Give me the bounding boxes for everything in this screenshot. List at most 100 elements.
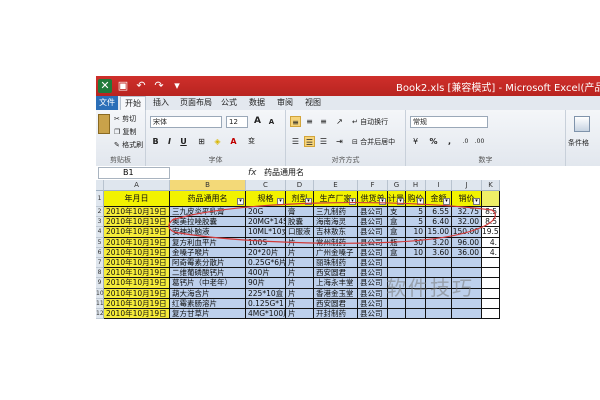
table-cell[interactable] — [388, 309, 406, 320]
column-header[interactable]: I — [426, 180, 452, 191]
table-cell[interactable]: 三九皮炎平乳膏 — [170, 207, 246, 218]
number-format-select[interactable]: 常规 — [410, 116, 488, 128]
customize-qat-icon[interactable]: ▾ — [170, 79, 184, 93]
table-cell[interactable]: 二维葡磷酸钙片 — [170, 268, 246, 279]
table-header-cell-extra[interactable] — [482, 191, 500, 207]
cut-button[interactable]: ✂ 剪切 — [114, 114, 136, 124]
table-cell[interactable]: 片 — [286, 237, 314, 248]
align-right-icon[interactable]: ☰ — [318, 136, 329, 147]
table-cell[interactable]: 2010年10月19日 — [104, 227, 170, 238]
table-cell[interactable] — [482, 258, 500, 269]
tab-formulas[interactable]: 公式 — [218, 96, 240, 110]
align-bottom-icon[interactable]: ≡ — [318, 116, 329, 127]
table-cell[interactable]: 8.5 — [482, 207, 500, 218]
column-header[interactable]: F — [358, 180, 388, 191]
table-cell[interactable]: 100S — [246, 237, 286, 248]
row-header[interactable]: 12 — [96, 309, 104, 320]
table-cell[interactable]: 县公司 — [358, 258, 388, 269]
table-cell[interactable]: 32.75 — [452, 207, 482, 218]
table-header-cell[interactable]: 药品通用名 ▾ — [170, 191, 246, 207]
table-cell[interactable]: 10 — [406, 227, 426, 238]
table-cell[interactable]: 0.25G*6片 — [246, 258, 286, 269]
table-header-cell[interactable]: 年月日 — [104, 191, 170, 207]
table-cell[interactable]: 西安圆君 — [314, 298, 358, 309]
filter-dropdown-icon[interactable]: ▾ — [443, 198, 450, 205]
table-cell[interactable]: 常州制药 — [314, 237, 358, 248]
table-cell[interactable]: 5 — [406, 207, 426, 218]
column-header[interactable]: K — [482, 180, 500, 191]
row-header[interactable]: 7 — [96, 258, 104, 269]
table-cell[interactable]: 县公司 — [358, 227, 388, 238]
table-cell[interactable]: 片 — [286, 309, 314, 320]
table-cell[interactable]: 20*20片 — [246, 247, 286, 258]
table-cell[interactable]: 奥美拉唑胶囊 — [170, 217, 246, 228]
table-cell[interactable]: 县公司 — [358, 237, 388, 248]
table-cell[interactable]: 西安圆君 — [314, 268, 358, 279]
table-cell[interactable]: 片 — [286, 268, 314, 279]
tab-view[interactable]: 视图 — [302, 96, 324, 110]
font-size-select[interactable]: 12 — [226, 116, 248, 128]
align-left-icon[interactable]: ☰ — [290, 136, 301, 147]
table-cell[interactable]: 20MG*14S — [246, 217, 286, 228]
table-cell[interactable]: 32.00 — [452, 217, 482, 228]
table-cell[interactable]: 三九制药 — [314, 207, 358, 218]
table-cell[interactable]: 阿奇霉素分散片 — [170, 258, 246, 269]
bold-button[interactable]: B — [150, 136, 161, 147]
table-cell[interactable]: 片 — [286, 298, 314, 309]
table-cell[interactable]: 口服液 — [286, 227, 314, 238]
row-header[interactable]: 1 — [96, 191, 104, 207]
table-cell[interactable]: 10ML*10支 — [246, 227, 286, 238]
table-header-cell[interactable]: 计量单位▾ — [388, 191, 406, 207]
table-cell[interactable]: 2010年10月19日 — [104, 288, 170, 299]
table-cell[interactable]: 县公司 — [358, 217, 388, 228]
table-cell[interactable]: 2010年10月19日 — [104, 278, 170, 289]
table-cell[interactable]: 2010年10月19日 — [104, 237, 170, 248]
table-header-cell[interactable]: 购价 ▾ — [406, 191, 426, 207]
indent-icon[interactable]: ⇥ — [334, 136, 345, 147]
excel-logo-icon[interactable]: ✕ — [98, 79, 112, 93]
table-cell[interactable]: 96.00 — [452, 237, 482, 248]
table-cell[interactable]: 片 — [286, 258, 314, 269]
font-family-select[interactable]: 宋体 — [150, 116, 222, 128]
undo-icon[interactable]: ↶ — [134, 79, 148, 93]
merge-center-button[interactable]: ⊟ 合并后居中 — [352, 137, 395, 147]
row-header[interactable]: 4 — [96, 227, 104, 238]
filter-dropdown-icon[interactable]: ▾ — [397, 198, 404, 205]
table-cell[interactable]: 膏 — [286, 207, 314, 218]
table-header-cell[interactable]: 剂型 ▾ — [286, 191, 314, 207]
table-cell[interactable]: 15.00 — [426, 227, 452, 238]
table-cell[interactable] — [482, 288, 500, 299]
table-cell[interactable]: 县公司 — [358, 278, 388, 289]
table-cell[interactable]: 丽珠制药 — [314, 258, 358, 269]
table-cell[interactable] — [406, 258, 426, 269]
table-cell[interactable]: 30 — [406, 237, 426, 248]
table-cell[interactable]: 2010年10月19日 — [104, 247, 170, 258]
table-cell[interactable]: 4. — [482, 237, 500, 248]
table-cell[interactable]: 复方利血平片 — [170, 237, 246, 248]
table-cell[interactable]: 县公司 — [358, 268, 388, 279]
table-cell[interactable]: 36.00 — [452, 247, 482, 258]
table-cell[interactable]: 支 — [388, 207, 406, 218]
fx-icon[interactable]: fx — [248, 166, 257, 180]
paste-icon[interactable] — [98, 114, 110, 134]
column-header[interactable]: B — [170, 180, 246, 191]
table-cell[interactable]: 开封制药 — [314, 309, 358, 320]
filter-dropdown-icon[interactable]: ▾ — [417, 198, 424, 205]
underline-button[interactable]: U — [178, 136, 189, 147]
table-cell[interactable]: 盒 — [388, 227, 406, 238]
conditional-format-icon[interactable] — [574, 116, 590, 132]
filter-dropdown-icon[interactable]: ▾ — [379, 198, 386, 205]
table-cell[interactable] — [406, 309, 426, 320]
tab-insert[interactable]: 插入 — [150, 96, 172, 110]
column-header[interactable]: C — [246, 180, 286, 191]
table-cell[interactable]: 2010年10月19日 — [104, 258, 170, 269]
copy-button[interactable]: ❐ 复制 — [114, 127, 137, 137]
orientation-icon[interactable]: ↗ — [334, 116, 345, 127]
filter-dropdown-icon[interactable]: ▾ — [349, 198, 356, 205]
table-cell[interactable]: 葛钙片（中老年） — [170, 278, 246, 289]
wrap-text-button[interactable]: ↵ 自动换行 — [352, 117, 388, 127]
table-header-cell[interactable]: 金额 ▾ — [426, 191, 452, 207]
table-cell[interactable] — [388, 258, 406, 269]
percent-button[interactable]: % — [428, 136, 439, 147]
table-cell[interactable]: 3.60 — [426, 247, 452, 258]
